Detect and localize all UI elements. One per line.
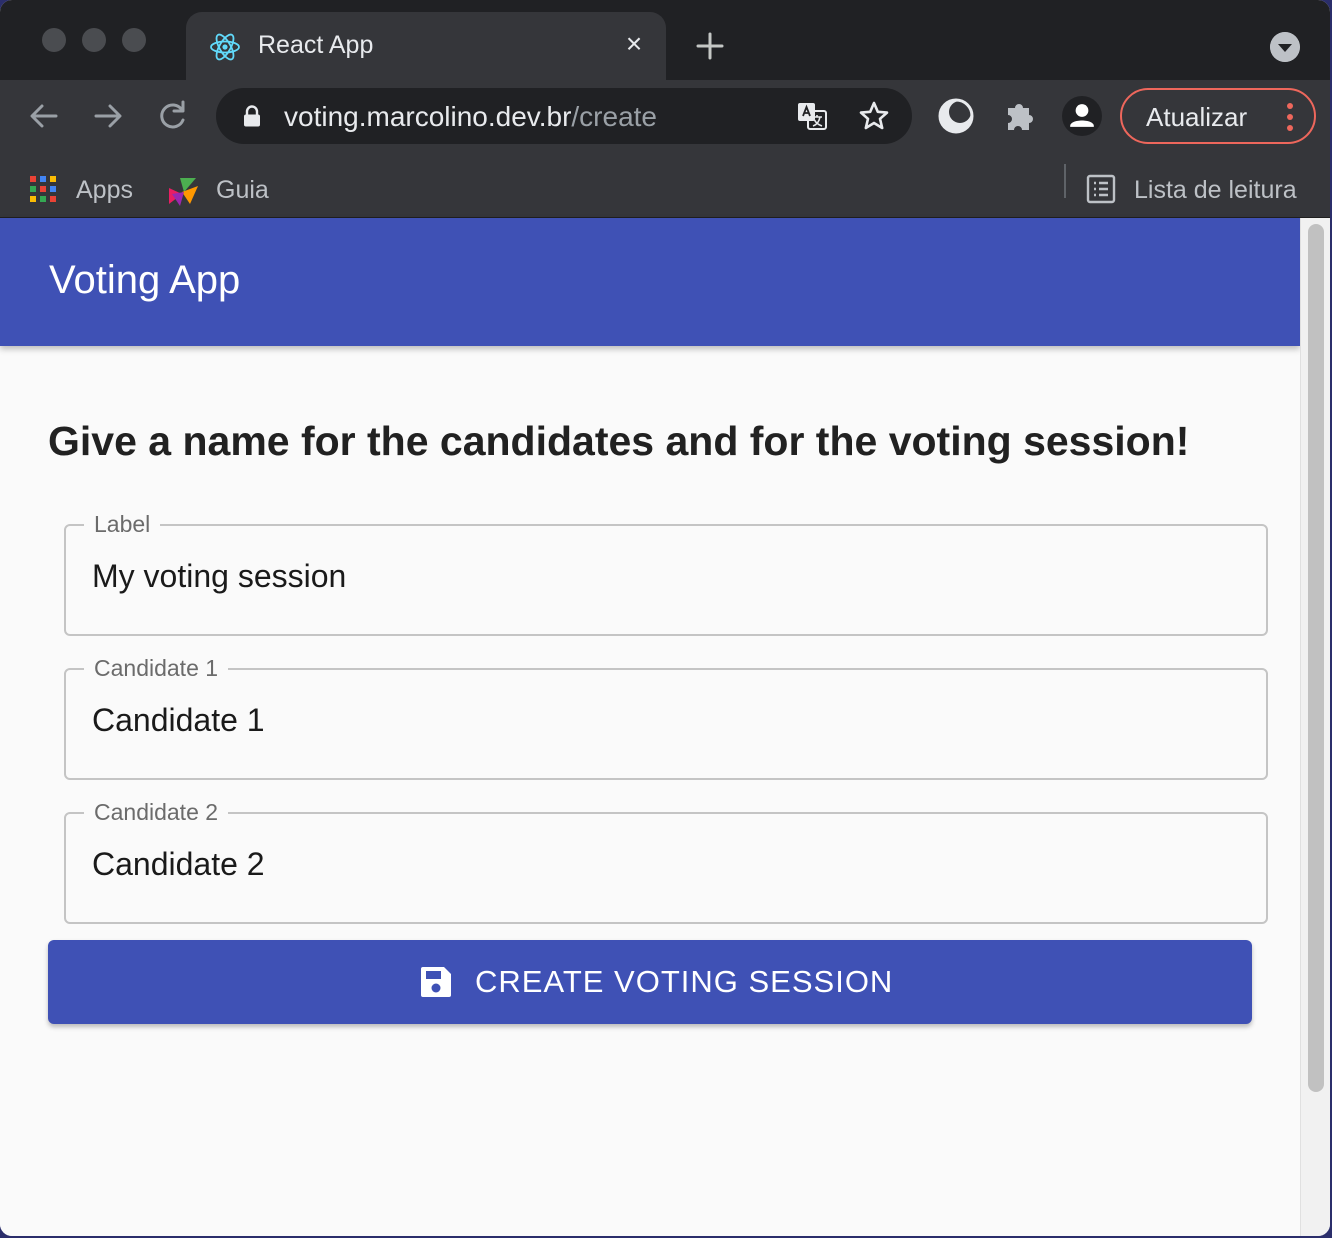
update-button[interactable]: Atualizar [1120,88,1316,144]
app-bar: Voting App [0,218,1300,346]
bookmarks-bar: Apps Guia Lista de leitura [0,154,1330,218]
page-content: Voting App Give a name for the candidate… [0,218,1300,1236]
bookmark-guia-label: Guia [216,176,269,204]
page-heading: Give a name for the candidates and for t… [48,418,1190,464]
reading-list[interactable]: Lista de leitura [1086,166,1306,206]
more-vertical-icon[interactable] [1286,102,1294,132]
address-bar[interactable]: voting.marcolino.dev.br/create [216,88,912,144]
new-tab-icon[interactable] [692,28,728,64]
reading-list-icon [1086,174,1116,204]
candidate-1-input[interactable] [92,702,1192,739]
tab-close-icon[interactable]: × [620,30,648,58]
url-path: /create [571,101,658,132]
session-label-input[interactable] [92,558,1192,595]
tab-title: React App [258,31,374,59]
app-title: Voting App [49,258,241,302]
tab-strip: React App × [0,0,1330,82]
window-minimize-button[interactable] [82,28,106,52]
window-zoom-button[interactable] [122,28,146,52]
page-scrollbar[interactable] [1300,218,1330,1236]
reading-list-label: Lista de leitura [1134,176,1297,204]
candidate-1-field[interactable]: Candidate 1 [64,654,1268,780]
guia-logo-icon [169,178,198,206]
candidate-1-field-label: Candidate 1 [84,654,229,682]
dark-mode-extension-icon[interactable] [936,96,976,136]
bookmark-apps-label: Apps [76,176,133,204]
session-label-field-label: Label [84,510,161,538]
bookmarks-separator [1064,164,1066,198]
tab-search-icon[interactable] [1270,32,1300,62]
bookmark-apps[interactable]: Apps [30,166,140,206]
bookmark-star-icon[interactable] [858,100,890,132]
browser-toolbar: voting.marcolino.dev.br/create Atualizar [0,80,1330,154]
candidate-2-field[interactable]: Candidate 2 [64,798,1268,924]
create-voting-session-label: CREATE VOTING SESSION [475,964,894,999]
candidate-2-input[interactable] [92,846,1192,883]
extensions-puzzle-icon[interactable] [1000,96,1040,136]
back-arrow-icon[interactable] [24,96,64,136]
url-text[interactable]: voting.marcolino.dev.br/create [284,101,657,133]
bookmark-guia[interactable]: Guia [166,166,276,206]
session-label-field[interactable]: Label [64,510,1268,636]
window-close-button[interactable] [42,28,66,52]
browser-window: React App × voting.marcolino.dev.br/crea… [0,0,1330,1236]
create-voting-session-button[interactable]: CREATE VOTING SESSION [48,940,1252,1024]
update-button-label: Atualizar [1146,102,1248,132]
react-logo-icon [210,33,240,61]
scrollbar-thumb[interactable] [1308,224,1324,1092]
apps-grid-icon [30,176,56,202]
translate-icon[interactable] [796,100,828,132]
lock-icon[interactable] [242,105,262,127]
profile-avatar-icon[interactable] [1062,96,1102,136]
save-icon [421,967,451,997]
forward-arrow-icon[interactable] [88,96,128,136]
candidate-2-field-label: Candidate 2 [84,798,229,826]
reload-icon[interactable] [152,96,192,136]
url-host: voting.marcolino.dev.br [284,101,572,132]
browser-tab[interactable]: React App × [186,12,666,82]
